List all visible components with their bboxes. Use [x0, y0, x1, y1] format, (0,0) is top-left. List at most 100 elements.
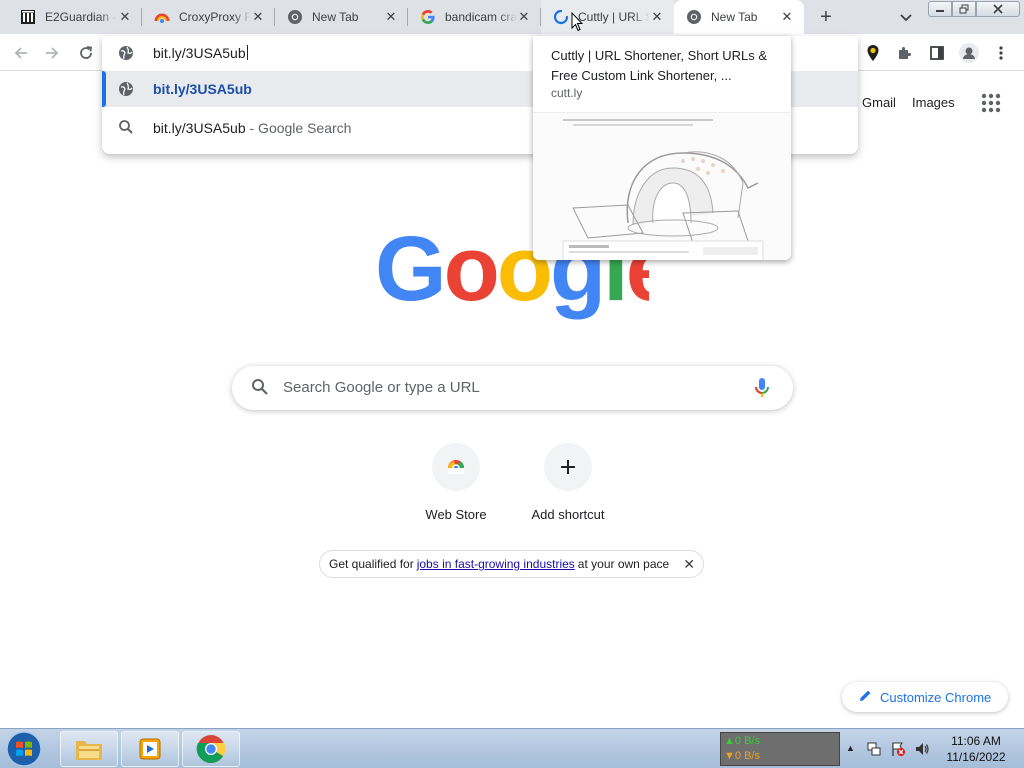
tab-bandicam[interactable]: bandicam crack ✕ [408, 0, 541, 34]
avatar-icon [959, 43, 979, 63]
pencil-icon [858, 689, 872, 706]
volume-icon[interactable] [914, 741, 930, 757]
tab-new-tab-active[interactable]: New Tab ✕ [674, 0, 804, 34]
taskbar-file-explorer[interactable] [60, 731, 118, 767]
google-apps-button[interactable] [980, 92, 1002, 114]
hover-card-domain: cutt.ly [551, 86, 583, 100]
search-icon [251, 378, 269, 401]
search-placeholder: Search Google or type a URL [283, 379, 480, 396]
suggestion-text: bit.ly/3USA5ub [153, 120, 246, 136]
extensions-button[interactable] [894, 42, 916, 64]
suggestion-description: - Google Search [245, 120, 352, 136]
tab-strip: E2Guardian - Access Denied ✕ CroxyProxy … [0, 0, 1024, 34]
close-icon[interactable]: ✕ [118, 10, 132, 24]
start-button[interactable] [4, 730, 44, 768]
tab-croxyproxy[interactable]: CroxyProxy Free Web Proxy ✕ [142, 0, 275, 34]
promo-suffix: at your own pace [577, 557, 670, 571]
restore-icon [959, 4, 969, 14]
network-speed-meter: ▲0 B/s ▼0 B/s [720, 732, 840, 766]
close-icon[interactable]: ✕ [384, 10, 398, 24]
apps-grid-icon [981, 93, 1001, 113]
taskbar-media-player[interactable] [121, 731, 179, 767]
window-close-button[interactable] [976, 1, 1020, 17]
shortcut-label: Add shortcut [531, 507, 605, 522]
images-link[interactable]: Images [912, 95, 955, 110]
globe-icon [118, 45, 134, 66]
system-clock[interactable]: 11:06 AM 11/16/2022 [936, 733, 1016, 765]
close-icon[interactable]: ✕ [683, 556, 695, 573]
reload-button[interactable] [75, 42, 97, 64]
close-icon [993, 4, 1003, 14]
croxyproxy-icon [154, 9, 170, 25]
google-g-icon [420, 9, 436, 25]
microphone-icon[interactable] [754, 377, 770, 404]
media-player-icon [139, 738, 161, 760]
mouse-cursor-icon [571, 12, 583, 32]
e2guardian-icon [20, 9, 36, 25]
taskbar-chrome[interactable] [182, 731, 240, 767]
hover-card-title: Cuttly | URL Shortener, Short URLs & Fre… [551, 48, 768, 83]
chrome-logo-icon [196, 735, 226, 763]
tab-search-button[interactable] [896, 7, 916, 27]
tab-e2guardian[interactable]: E2Guardian - Access Denied ✕ [8, 0, 142, 34]
tab-title: New Tab [711, 10, 758, 24]
window-minimize-button[interactable] [928, 1, 952, 17]
close-icon[interactable]: ✕ [517, 10, 531, 24]
chrome-menu-button[interactable] [990, 42, 1012, 64]
forward-button[interactable] [41, 42, 63, 64]
arrow-right-icon [46, 47, 59, 59]
side-panel-button[interactable] [926, 42, 948, 64]
tab-hover-card: Cuttly | URL Shortener, Short URLs & Fre… [533, 36, 791, 260]
loading-spinner-icon [553, 9, 569, 25]
promo-banner: Get qualified for jobs in fast-growing i… [319, 550, 704, 578]
arrow-left-icon [14, 47, 27, 59]
customize-chrome-button[interactable]: Customize Chrome [842, 682, 1008, 712]
close-icon[interactable]: ✕ [780, 10, 794, 24]
clock-time: 11:06 AM [951, 734, 1001, 748]
profile-avatar-button[interactable] [958, 42, 980, 64]
close-icon[interactable]: ✕ [251, 10, 265, 24]
search-icon [118, 119, 134, 140]
tab-cuttly[interactable]: Cuttly | URL Shortener ✕ [541, 0, 674, 34]
show-hidden-icons-button[interactable]: ▲ [846, 743, 855, 753]
network-icon[interactable] [866, 741, 882, 757]
extension-location-button[interactable] [862, 42, 884, 64]
promo-prefix: Get qualified for [329, 557, 414, 571]
tab-title: E2Guardian - Access Denied [45, 10, 117, 24]
shortcut-label: Web Store [425, 507, 487, 522]
tab-title: bandicam crack [445, 10, 517, 24]
window-restore-button[interactable] [952, 1, 976, 17]
folder-icon [76, 741, 102, 760]
suggestion-text: bit.ly/3USA5ub [153, 81, 252, 97]
hover-card-thumbnail [533, 112, 791, 260]
new-tab-button[interactable]: + [816, 7, 836, 27]
chrome-icon [287, 9, 303, 25]
windows-logo-icon [6, 731, 42, 767]
omnibox-value: bit.ly/3USA5ub [153, 45, 246, 61]
tab-title: Cuttly | URL Shortener [578, 10, 650, 24]
text-caret [246, 45, 248, 60]
reload-icon [80, 46, 93, 59]
tab-title: New Tab [312, 10, 359, 24]
chevron-down-icon [900, 14, 912, 22]
tab-title: CroxyProxy Free Web Proxy [179, 10, 251, 24]
side-panel-icon [930, 46, 944, 60]
action-center-flag-icon[interactable] [890, 741, 906, 757]
promo-link[interactable]: jobs in fast-growing industries [417, 557, 575, 571]
gmail-link[interactable]: Gmail [862, 95, 896, 110]
puzzle-icon [899, 47, 911, 59]
ntp-search-box[interactable]: Search Google or type a URL [232, 366, 793, 410]
kebab-menu-icon [999, 46, 1003, 60]
net-upload-speed: 0 B/s [734, 735, 760, 747]
plus-icon [544, 443, 592, 491]
close-icon[interactable]: ✕ [650, 10, 664, 24]
shortcut-add[interactable]: Add shortcut [512, 443, 624, 533]
back-button[interactable] [10, 42, 32, 64]
net-download-speed: 0 B/s [734, 750, 760, 762]
clock-date: 11/16/2022 [946, 750, 1006, 764]
shortcut-web-store[interactable]: Web Store [400, 443, 512, 533]
customize-label: Customize Chrome [880, 689, 992, 705]
tab-new-tab-1[interactable]: New Tab ✕ [275, 0, 408, 34]
minimize-icon [936, 10, 944, 12]
location-pin-icon [867, 45, 879, 61]
